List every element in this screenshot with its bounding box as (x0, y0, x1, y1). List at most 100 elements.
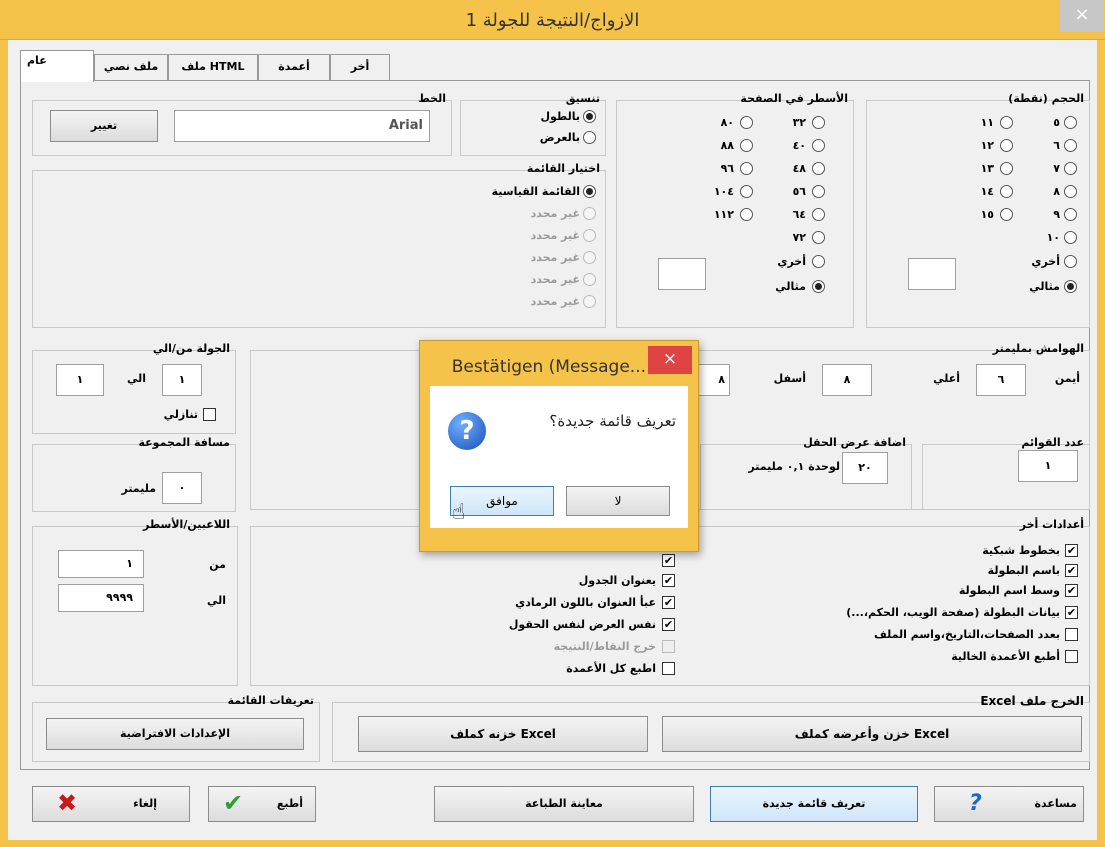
tournament-name-checkbox[interactable]: ✔ (1065, 564, 1078, 577)
same-width-checkbox[interactable]: ✔ (662, 618, 675, 631)
lines-option-radio[interactable] (740, 139, 753, 152)
tab-other[interactable]: أخر (330, 54, 390, 80)
lines-option-label: ٧٢ (792, 231, 806, 244)
window-title: الازواج/النتيجة للجولة 1 (465, 10, 640, 31)
margin-right-field[interactable]: ٦ (976, 364, 1026, 396)
dialog-ok-button[interactable]: موافق (450, 486, 554, 516)
default-settings-button[interactable]: الإعدادات الافتراضية (46, 718, 304, 750)
cancel-button[interactable]: ✖ إلغاء (32, 786, 190, 822)
grid-lines-label: بخطوط شبكية (982, 544, 1060, 557)
lines-option-radio[interactable] (740, 185, 753, 198)
center-name-checkbox[interactable]: ✔ (1065, 584, 1078, 597)
excel-output-title: الخرج ملف Excel (980, 694, 1084, 708)
undefined-list-label: غير محدد (530, 207, 580, 220)
tab-text-file[interactable]: ملف نصي (94, 54, 168, 80)
lines-option-radio[interactable] (812, 162, 825, 175)
tab-columns[interactable]: أعمدة (258, 54, 330, 80)
tournament-data-label: بيانات البطولة (صفحة الويب، الحكم،...) (846, 606, 1060, 619)
players-from-field[interactable]: ١ (58, 550, 144, 578)
format-landscape-radio[interactable] (583, 131, 596, 144)
page-count-checkbox[interactable] (1065, 628, 1078, 641)
undefined-list-label: غير محدد (530, 273, 580, 286)
lines-option-label: ٤٨ (792, 162, 806, 175)
define-new-list-button[interactable]: تعريف قائمة جديدة (710, 786, 918, 822)
lines-option-radio[interactable] (812, 116, 825, 129)
cancel-x-icon: ✖ (57, 789, 78, 817)
format-portrait-label: بالطول (540, 110, 580, 123)
field-width-field[interactable]: ٢٠ (842, 452, 888, 484)
size-other-radio[interactable] (1064, 255, 1077, 268)
standard-list-label: القائمة القياسية (491, 185, 580, 198)
group-distance-title: مسافة المجموعة (138, 436, 231, 449)
size-ideal-radio[interactable] (1064, 280, 1077, 293)
margin-top-field[interactable]: ٨ (822, 364, 872, 396)
dialog-close-button[interactable]: × (648, 346, 692, 374)
columns-count-field[interactable]: ١ (1018, 450, 1078, 482)
print-button[interactable]: ✔ أطبع (208, 786, 316, 822)
tab-general[interactable]: عام (20, 50, 94, 82)
format-portrait-radio[interactable] (583, 110, 596, 123)
help-button[interactable]: ? مساعدة (934, 786, 1084, 822)
list-defs-title: تعريفات القائمة (227, 694, 314, 707)
font-name-field[interactable]: Arial (174, 110, 430, 142)
lines-option-radio[interactable] (740, 208, 753, 221)
lines-option-radio[interactable] (812, 185, 825, 198)
table-title-checkbox[interactable]: ✔ (662, 574, 675, 587)
size-option-radio[interactable] (1000, 208, 1013, 221)
tab-html-file[interactable]: ملف HTML (168, 54, 258, 80)
settings-checkbox-partial[interactable]: ✔ (662, 554, 675, 567)
players-to-field[interactable]: ٩٩٩٩ (58, 584, 144, 612)
lines-option-radio[interactable] (812, 231, 825, 244)
lines-other-field[interactable] (658, 258, 706, 290)
grid-lines-checkbox[interactable]: ✔ (1065, 544, 1078, 557)
standard-list-radio[interactable] (583, 185, 596, 198)
descending-label: تنازلي (163, 408, 198, 421)
lines-option-radio[interactable] (740, 162, 753, 175)
size-option-radio[interactable] (1064, 231, 1077, 244)
lines-option-radio[interactable] (812, 208, 825, 221)
print-all-columns-label: اطبع كل الأعمدة (566, 662, 656, 675)
dialog-no-button[interactable]: لا (566, 486, 670, 516)
undefined-list-label: غير محدد (530, 229, 580, 242)
save-excel-button[interactable]: خزنه كملف Excel (358, 716, 648, 752)
size-ideal-label: مثالي (1029, 280, 1060, 293)
group-distance-field[interactable]: ٠ (162, 472, 202, 504)
lines-other-radio[interactable] (812, 255, 825, 268)
lines-option-radio[interactable] (812, 139, 825, 152)
page-count-label: بعدد الصفحات،التاريخ،واسم الملف (874, 628, 1060, 641)
lines-other-label: أخري (777, 255, 806, 268)
size-option-radio[interactable] (1064, 139, 1077, 152)
change-font-button[interactable]: تغيير (50, 110, 158, 142)
size-option-radio[interactable] (1000, 162, 1013, 175)
window-close-button[interactable]: × (1060, 0, 1104, 32)
size-option-radio[interactable] (1000, 185, 1013, 198)
undefined-list-radio (583, 295, 596, 308)
undefined-list-radio (583, 207, 596, 220)
lines-ideal-radio[interactable] (812, 280, 825, 293)
size-option-radio[interactable] (1064, 162, 1077, 175)
print-all-columns-checkbox[interactable] (662, 662, 675, 675)
size-option-radio[interactable] (1000, 139, 1013, 152)
print-preview-button[interactable]: معاينة الطباعة (434, 786, 694, 822)
undefined-list-label: غير محدد (530, 251, 580, 264)
hand-cursor-icon: ☝ (452, 500, 466, 525)
undefined-list-label: غير محدد (530, 295, 580, 308)
size-option-radio[interactable] (1064, 185, 1077, 198)
lines-option-radio[interactable] (740, 116, 753, 129)
size-option-radio[interactable] (1000, 116, 1013, 129)
descending-checkbox[interactable] (203, 408, 216, 421)
gray-title-checkbox[interactable]: ✔ (662, 596, 675, 609)
save-and-show-excel-button[interactable]: خزن وأعرضه كملف Excel (662, 716, 1082, 752)
size-option-radio[interactable] (1064, 208, 1077, 221)
field-width-title: اضافة عرض الحقل (803, 436, 906, 449)
round-from-field[interactable]: ١ (162, 364, 202, 396)
size-option-radio[interactable] (1064, 116, 1077, 129)
print-empty-columns-checkbox[interactable] (1065, 650, 1078, 663)
size-other-field[interactable] (908, 258, 956, 290)
margin-top-label: أعلي (933, 372, 960, 385)
round-to-field[interactable]: ١ (56, 364, 104, 396)
lines-option-label: ١٠٤ (713, 185, 734, 198)
lines-option-label: ١١٢ (713, 208, 734, 221)
tournament-data-checkbox[interactable]: ✔ (1065, 606, 1078, 619)
lines-option-label: ٣٢ (792, 116, 806, 129)
